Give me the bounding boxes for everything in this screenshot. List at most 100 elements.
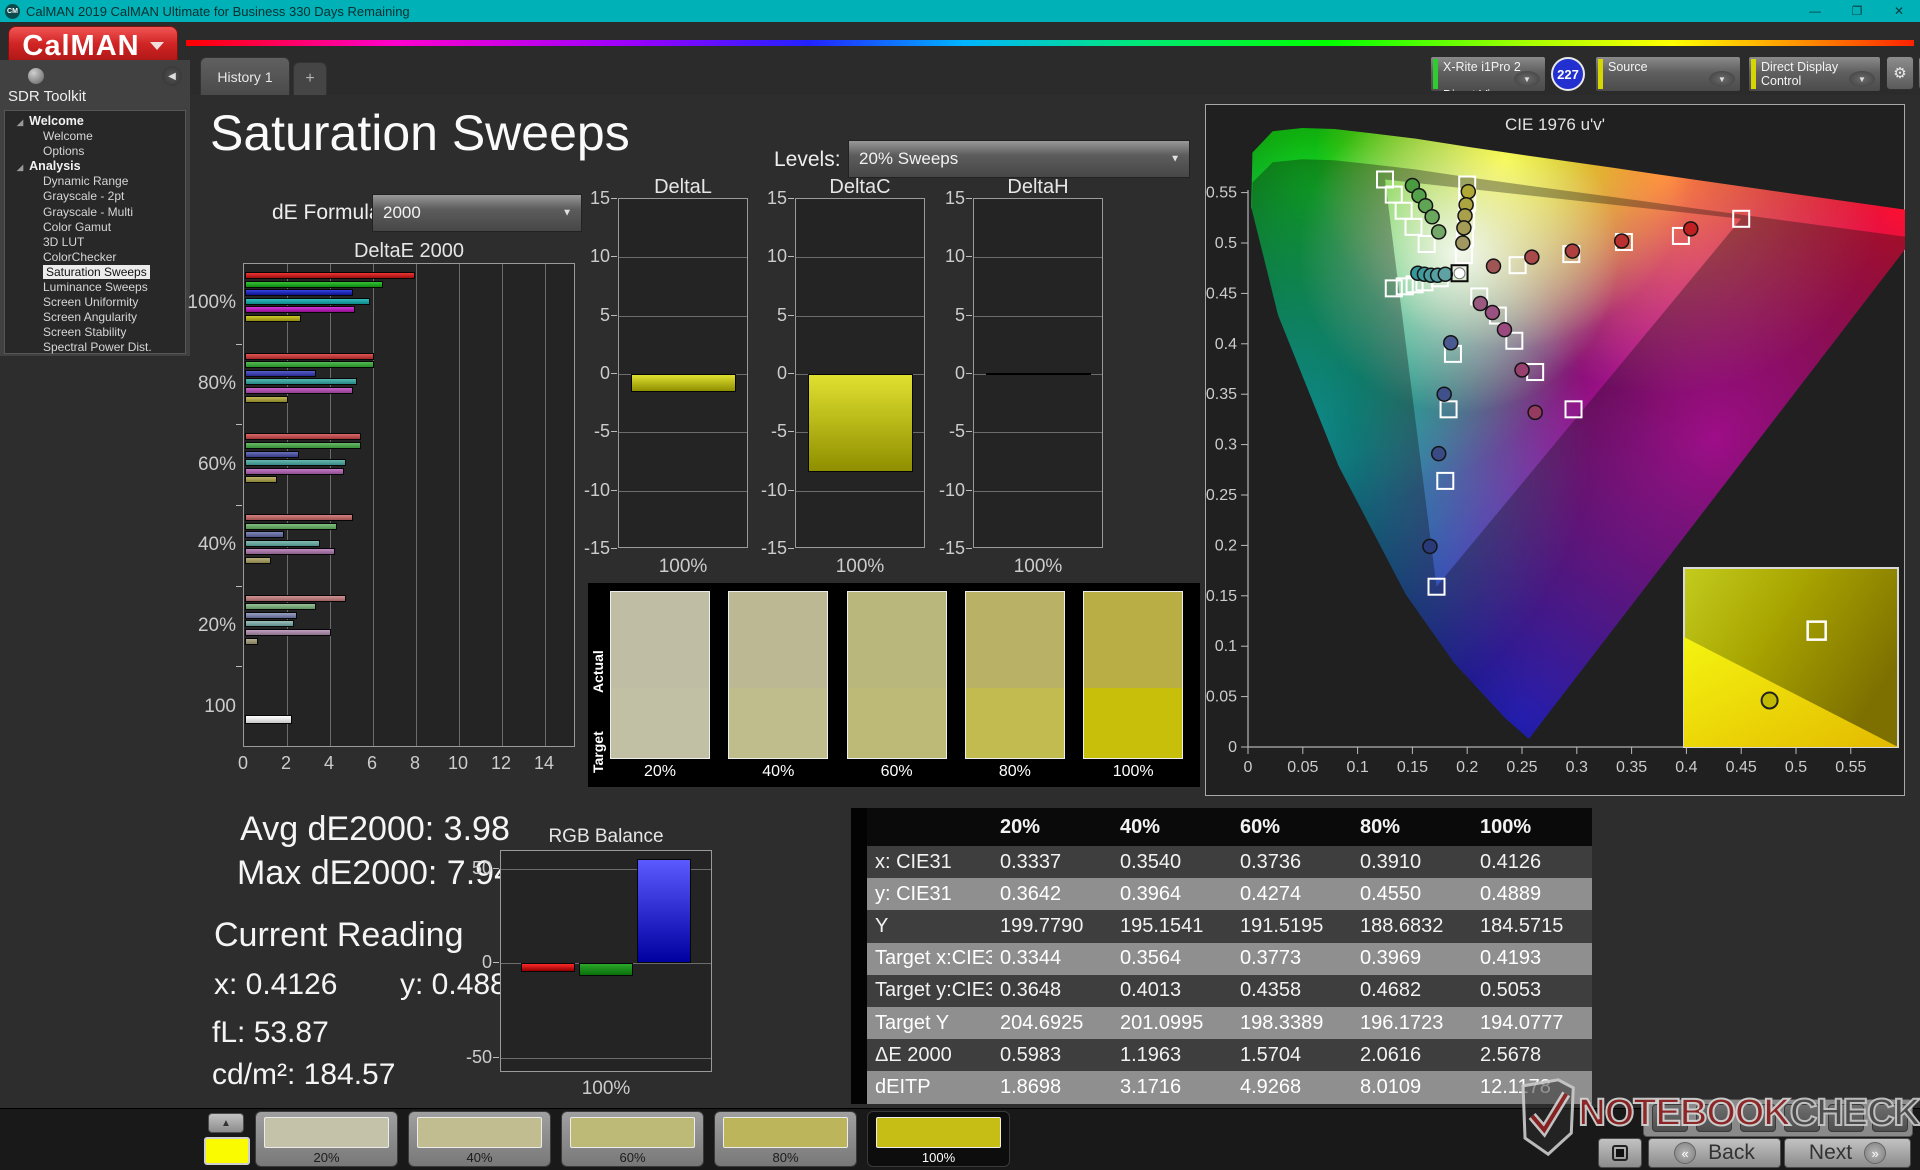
row-label: dEITP — [875, 1075, 931, 1098]
sidebar-item-dynamic-range[interactable]: Dynamic Range — [5, 174, 185, 189]
row-label: Y — [875, 914, 889, 937]
y-tick — [966, 548, 972, 549]
stop-button[interactable] — [1598, 1138, 1642, 1168]
patch-button-40[interactable]: 40% — [408, 1111, 551, 1167]
close-button[interactable]: ✕ — [1878, 0, 1920, 22]
restore-button[interactable]: ❐ — [1836, 0, 1878, 22]
media-button-6[interactable] — [1872, 1104, 1908, 1132]
media-button-2[interactable] — [1696, 1104, 1732, 1132]
swatch-100 — [1083, 591, 1184, 759]
back-button[interactable]: « Back — [1648, 1138, 1781, 1168]
gridline — [619, 257, 747, 259]
sidebar-item-grayscale-multi[interactable]: Grayscale - Multi — [5, 205, 185, 220]
svg-text:0.15: 0.15 — [1397, 759, 1428, 776]
gridline — [974, 315, 1102, 317]
x-tick-label: 14 — [533, 753, 555, 773]
sidebar-item-welcome[interactable]: Welcome — [5, 129, 185, 144]
patch-button-60[interactable]: 60% — [561, 1111, 704, 1167]
gridline — [974, 432, 1102, 434]
sidebar-item-analysis[interactable]: ◢ Analysis — [5, 159, 185, 174]
chevron-down-icon: ▼ — [1514, 71, 1540, 87]
swatch-target — [965, 688, 1064, 758]
actual-target-swatch-strip: Actual Target 20% 40% 60% 80% 100% — [588, 583, 1200, 787]
cie-measured-point — [1527, 404, 1543, 421]
column-header: 80% — [1360, 815, 1401, 838]
cie-measured-point — [1613, 233, 1630, 249]
current-test-patch[interactable] — [204, 1137, 250, 1165]
patch-button-80[interactable]: 80% — [714, 1111, 857, 1167]
y-tick — [966, 256, 972, 258]
sidebar-item-color-gamut[interactable]: Color Gamut — [5, 220, 185, 235]
y-tick — [788, 373, 794, 374]
meter-dropdown[interactable]: X-Rite i1Pro 2 Direct View ▼ — [1430, 56, 1546, 92]
cell-value: 1.1963 — [1120, 1043, 1182, 1066]
y-tick-label: -50 — [465, 1046, 492, 1067]
y-tick-label: -15 — [583, 538, 610, 558]
sidebar-item-label: Spectral Power Dist. — [43, 340, 152, 355]
cie-white-point — [1453, 267, 1466, 280]
media-button-1[interactable] — [1652, 1104, 1688, 1132]
cie-measured-point — [1436, 386, 1452, 402]
cell-value: 0.3773 — [1240, 947, 1302, 970]
cie-measured-point — [1422, 538, 1438, 555]
sidebar-collapse-button[interactable]: ◀ — [162, 66, 182, 86]
svg-text:0.25: 0.25 — [1506, 759, 1537, 776]
patch-label: 20% — [313, 1150, 340, 1165]
svg-text:0.35: 0.35 — [1616, 759, 1647, 776]
next-button[interactable]: Next » — [1784, 1138, 1911, 1168]
swatch-actual — [611, 592, 709, 689]
swatch-60 — [846, 591, 947, 759]
y-tick-label: -5 — [948, 421, 965, 442]
group-label: 20% — [197, 615, 236, 636]
y-tick-label: -5 — [770, 421, 787, 442]
cell-value: 0.4550 — [1360, 882, 1422, 905]
cell-value: 0.4126 — [1480, 850, 1542, 873]
cell-value: 1.8698 — [1000, 1075, 1062, 1098]
sidebar-item-options[interactable]: Options — [5, 144, 185, 159]
patch-chip — [417, 1117, 542, 1148]
expand-patch-tray-button[interactable]: ▲ — [208, 1113, 244, 1133]
y-tick-label: 15 — [589, 188, 610, 208]
meter-count-badge[interactable]: 227 — [1551, 57, 1585, 91]
saturation-table: 20% 40% 60% 80% 100% x: CIE31 0.3337 0.3540 0.37… — [851, 808, 1592, 1104]
y-tick — [788, 314, 794, 316]
swatch-label: 20% — [643, 763, 677, 780]
cell-value: 199.7790 — [1000, 914, 1084, 937]
media-button-5[interactable] — [1828, 1104, 1864, 1132]
tab-history-1[interactable]: History 1 — [200, 57, 290, 95]
delta-e-chart-title: DeltaE 2000 — [353, 240, 465, 262]
calman-logo-label: CalMAN — [22, 29, 140, 62]
column-header: 20% — [1000, 815, 1041, 838]
sidebar-item-label: 3D LUT — [43, 234, 85, 249]
y-tick-label: 50 — [471, 857, 492, 878]
media-button-4[interactable] — [1784, 1104, 1820, 1132]
patch-button-20[interactable]: 20% — [255, 1111, 398, 1167]
media-button-3[interactable] — [1740, 1104, 1776, 1132]
svg-text:0.4: 0.4 — [1675, 759, 1697, 776]
patch-button-100[interactable]: 100% — [867, 1111, 1010, 1167]
chevron-down-icon — [149, 42, 164, 50]
workflow-orb-icon[interactable] — [28, 68, 44, 84]
bar-100-4 — [245, 306, 355, 314]
minimize-button[interactable]: — — [1794, 0, 1836, 22]
add-tab-button[interactable]: + — [293, 62, 327, 95]
deltaC-title: DeltaC — [829, 176, 891, 198]
cell-value: 191.5195 — [1240, 914, 1324, 937]
cie-measured-point — [1430, 445, 1447, 462]
source-dropdown[interactable]: Source ▼ — [1595, 56, 1741, 92]
tree-expand-icon[interactable]: ◢ — [17, 118, 23, 127]
display-control-dropdown[interactable]: Direct Display Control ▼ — [1748, 56, 1881, 92]
sidebar-item-label: Welcome — [43, 129, 93, 144]
table-row-e-2000: ΔE 2000 0.5983 1.1963 1.5704 2.0616 2.5678 — [851, 1039, 1592, 1072]
deltaL-plot-area — [618, 198, 748, 548]
sidebar-item-label: Dynamic Range — [43, 174, 129, 189]
svg-text:0.05: 0.05 — [1287, 759, 1318, 776]
sidebar-item-welcome[interactable]: ◢ Welcome — [5, 114, 185, 129]
bar-20-3 — [245, 620, 295, 628]
tree-expand-icon[interactable]: ◢ — [17, 163, 23, 172]
settings-button[interactable]: ⚙ — [1886, 56, 1914, 90]
de-formula-dropdown[interactable]: 2000 ▼ — [372, 194, 582, 232]
sidebar-item-grayscale-2pt[interactable]: Grayscale - 2pt — [5, 189, 185, 204]
gridline — [796, 315, 924, 317]
table-row-deitp: dEITP 1.8698 3.1716 4.9268 8.0109 12.1178 — [851, 1071, 1592, 1104]
